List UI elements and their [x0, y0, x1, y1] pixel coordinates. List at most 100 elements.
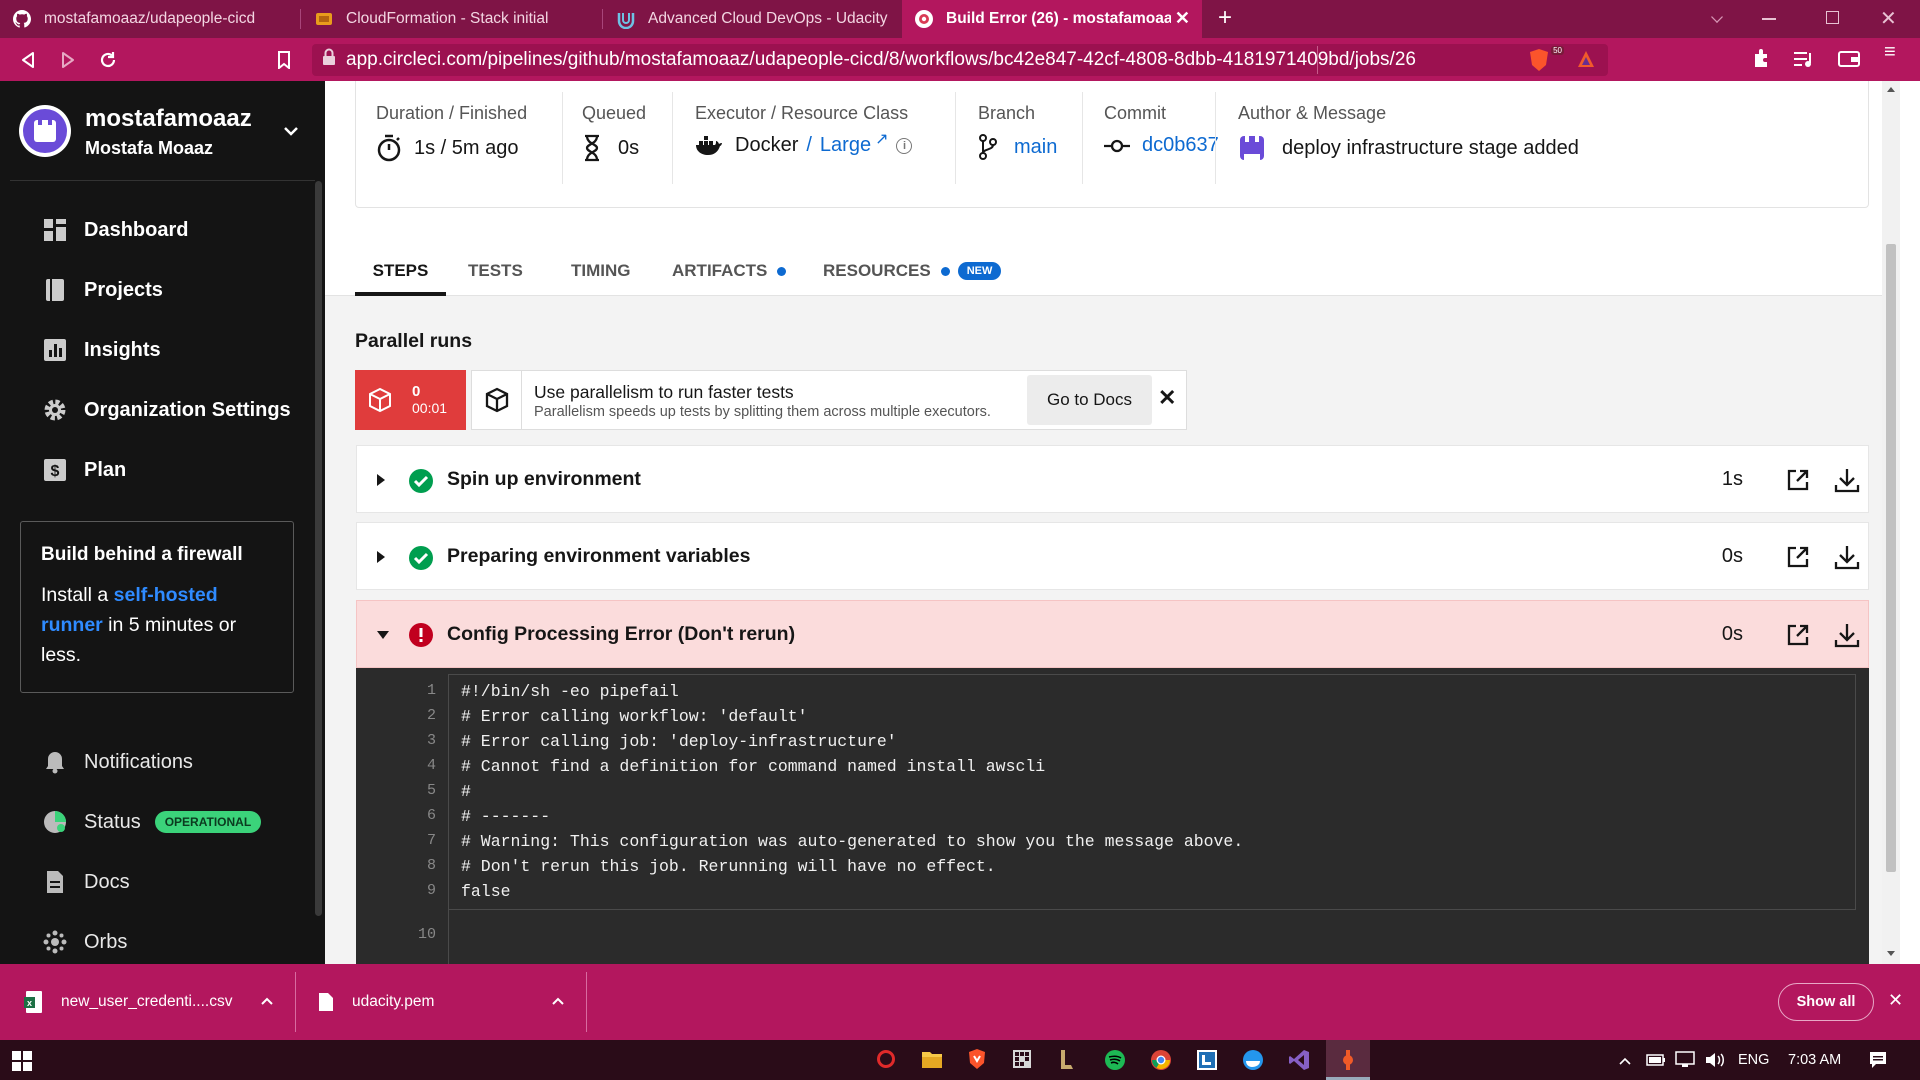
bookmark-icon[interactable]	[266, 38, 302, 81]
browser-tab-cloudformation[interactable]: CloudFormation - Stack initial	[302, 0, 602, 38]
browser-tab-udacity[interactable]: Advanced Cloud DevOps - Udacity	[604, 0, 902, 38]
calculator-app-icon[interactable]	[1012, 1049, 1032, 1069]
network-icon[interactable]	[1674, 1051, 1696, 1069]
sidebar-item-docs[interactable]: Docs	[0, 859, 310, 905]
logseq-app-icon[interactable]	[1196, 1049, 1218, 1071]
sidebar-item-insights[interactable]: Insights	[0, 327, 310, 373]
wallet-icon[interactable]	[1838, 50, 1860, 73]
opera-icon[interactable]	[877, 1050, 895, 1068]
download-item-csv[interactable]: x new_user_credenti....csv	[0, 964, 295, 1040]
forward-button[interactable]	[50, 38, 86, 81]
udacity-icon	[616, 9, 636, 29]
scroll-down-arrow[interactable]	[1887, 951, 1895, 956]
sidebar-item-status[interactable]: Status OPERATIONAL	[0, 799, 310, 845]
browser-menu-icon[interactable]: ≡	[1884, 42, 1896, 62]
sidebar-item-notifications[interactable]: Notifications	[0, 739, 310, 785]
close-icon[interactable]: ✕	[1158, 385, 1176, 411]
step-title: Config Processing Error (Don't rerun)	[447, 622, 796, 645]
league-app-icon[interactable]	[1058, 1049, 1076, 1071]
commit-link[interactable]: dc0b637	[1142, 134, 1219, 157]
run-index: 0	[412, 383, 421, 400]
volume-icon[interactable]	[1704, 1051, 1726, 1069]
address-bar[interactable]: app.circleci.com/pipelines/github/mostaf…	[312, 44, 1608, 76]
windows-start-icon[interactable]	[12, 1051, 32, 1071]
reload-button[interactable]	[90, 38, 126, 81]
open-in-new-icon[interactable]	[1786, 545, 1810, 569]
download-icon[interactable]	[1834, 622, 1860, 648]
download-icon[interactable]	[1834, 544, 1860, 570]
minimize-window-button[interactable]	[1762, 18, 1776, 20]
sidebar-item-label: Projects	[84, 278, 163, 301]
spotify-icon[interactable]	[1104, 1049, 1126, 1071]
url-text: app.circleci.com/pipelines/github/mostaf…	[346, 49, 1416, 70]
show-all-downloads-button[interactable]: Show all	[1778, 983, 1874, 1021]
close-tab-icon[interactable]: ✕	[1175, 8, 1190, 29]
close-downloads-bar-icon[interactable]: ✕	[1888, 990, 1903, 1011]
file-explorer-icon[interactable]	[921, 1049, 943, 1069]
sidebar-scrollbar[interactable]	[315, 181, 322, 916]
docker-desktop-icon[interactable]	[1242, 1049, 1264, 1071]
org-switcher-chevron-down-icon[interactable]	[283, 123, 299, 141]
back-button[interactable]	[10, 38, 46, 81]
tab-artifacts[interactable]: ARTIFACTS	[672, 261, 787, 281]
open-in-new-icon[interactable]	[1786, 468, 1810, 492]
close-window-button[interactable]: ✕	[1880, 6, 1897, 31]
scroll-up-arrow[interactable]	[1887, 87, 1895, 92]
step-duration: 0s	[1721, 544, 1743, 567]
scrollbar-thumb[interactable]	[1886, 244, 1896, 872]
info-icon[interactable]: i	[896, 137, 913, 154]
circleci-icon	[914, 9, 934, 29]
input-language[interactable]: ENG	[1738, 1052, 1769, 1068]
parallel-run-0-button[interactable]: 0 00:01	[355, 370, 466, 430]
action-center-icon[interactable]	[1868, 1050, 1888, 1070]
tab-steps[interactable]: STEPS	[355, 252, 446, 296]
code-line: # Error calling workflow: 'default'	[461, 707, 808, 726]
promo-title: Build behind a firewall	[41, 544, 243, 565]
download-icon[interactable]	[1834, 467, 1860, 493]
restore-window-button[interactable]	[1826, 11, 1839, 24]
system-clock[interactable]: 7:03 AM	[1788, 1052, 1841, 1068]
chevron-up-icon[interactable]	[260, 997, 274, 1006]
code-block[interactable]: #!/bin/sh -eo pipefail # Error calling wo…	[448, 674, 1856, 910]
page-scrollbar[interactable]	[1882, 81, 1900, 964]
browser-tab-github[interactable]: mostafamoaaz/udapeople-cicd	[0, 0, 300, 38]
sidebar-item-plan[interactable]: $ Plan	[0, 447, 310, 493]
chevron-up-icon[interactable]	[1618, 1057, 1632, 1066]
new-tab-button[interactable]: +	[1218, 4, 1232, 32]
step-title: Preparing environment variables	[447, 544, 751, 567]
battery-icon[interactable]	[1646, 1053, 1666, 1067]
tab-resources[interactable]: RESOURCES NEW	[823, 261, 1002, 281]
chrome-icon[interactable]	[1150, 1049, 1172, 1071]
step-spin-up-environment[interactable]: Spin up environment 1s	[356, 445, 1869, 513]
active-app-slot[interactable]	[1326, 1040, 1370, 1080]
visual-studio-icon[interactable]	[1288, 1049, 1310, 1071]
resource-class-link[interactable]: Large	[820, 134, 871, 157]
tab-tests[interactable]: TESTS	[468, 261, 523, 281]
brave-shields-icon[interactable]	[1528, 48, 1550, 78]
browser-tab-circleci-active[interactable]: Build Error (26) - mostafamoaaz/u ✕	[902, 0, 1202, 38]
open-in-new-icon[interactable]	[1786, 623, 1810, 647]
step-config-processing-error[interactable]: Config Processing Error (Don't rerun) 0s	[356, 600, 1869, 668]
playlist-icon[interactable]	[1794, 50, 1816, 73]
sidebar-item-orbs[interactable]: Orbs	[0, 919, 310, 965]
line-number: 6	[426, 807, 436, 824]
step-preparing-environment-variables[interactable]: Preparing environment variables 0s	[356, 522, 1869, 590]
downloads-bar: x new_user_credenti....csv udacity.pem S…	[0, 964, 1920, 1040]
go-to-docs-button[interactable]: Go to Docs	[1027, 375, 1152, 425]
sidebar-item-dashboard[interactable]: Dashboard	[0, 207, 310, 253]
sidebar-item-projects[interactable]: Projects	[0, 267, 310, 313]
brave-browser-icon[interactable]	[967, 1048, 987, 1070]
download-item-pem[interactable]: udacity.pem	[296, 964, 586, 1040]
avatar[interactable]	[19, 105, 71, 157]
chevron-up-icon[interactable]	[551, 997, 565, 1006]
brave-rewards-icon[interactable]	[1576, 49, 1596, 75]
tab-search-icon[interactable]	[1711, 11, 1723, 23]
sidebar-item-organization-settings[interactable]: Organization Settings	[0, 387, 310, 433]
tab-timing[interactable]: TIMING	[571, 261, 631, 281]
executor-label: Executor / Resource Class	[695, 103, 909, 123]
line-number: 7	[426, 832, 436, 849]
branch-link[interactable]: main	[1014, 136, 1057, 159]
tab-label: STEPS	[372, 261, 429, 280]
sidebar-divider	[10, 180, 315, 181]
extensions-icon[interactable]	[1752, 48, 1772, 75]
